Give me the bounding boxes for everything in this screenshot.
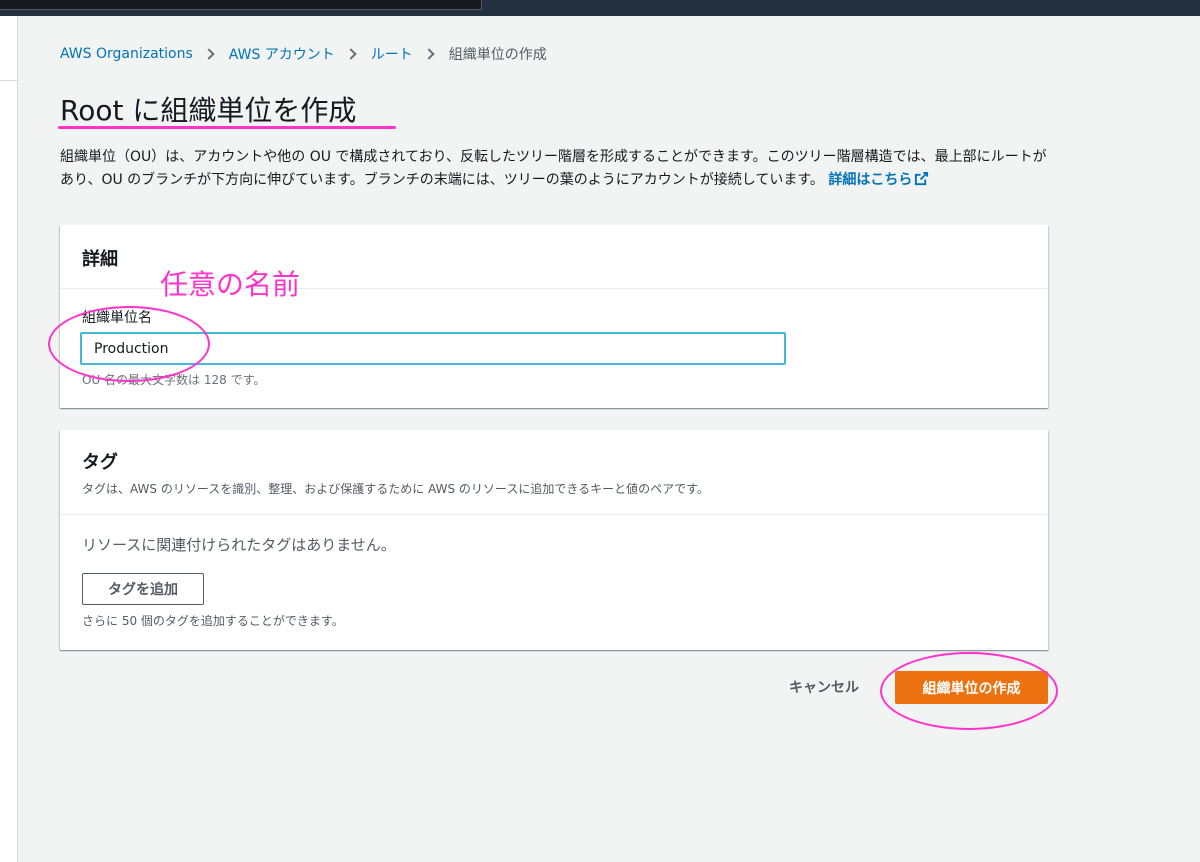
annotation-underline <box>58 126 396 129</box>
learn-more-label: 詳細はこちら <box>828 172 913 188</box>
tags-empty-text: リソースに関連付けられたタグはありません。 <box>82 536 396 554</box>
ou-name-hint: OU 名の最大文字数は 128 です。 <box>82 373 266 387</box>
tags-panel-header: タグ タグは、AWS のリソースを識別、整理、および保護するために AWS のリ… <box>60 430 1048 515</box>
create-ou-button[interactable]: 組織単位の作成 <box>895 671 1048 704</box>
tags-panel: タグ タグは、AWS のリソースを識別、整理、および保護するために AWS のリ… <box>60 430 1048 650</box>
ou-name-input[interactable] <box>80 332 786 365</box>
breadcrumb-accounts[interactable]: AWS アカウント <box>229 44 335 64</box>
breadcrumb-organizations[interactable]: AWS Organizations <box>60 46 193 62</box>
tags-heading: タグ <box>82 452 118 473</box>
add-tag-button[interactable]: タグを追加 <box>82 573 204 605</box>
cancel-button[interactable]: キャンセル <box>772 673 876 701</box>
page-title: Root に組織単位を作成 <box>60 94 357 127</box>
breadcrumb: AWS Organizations AWS アカウント ルート 組織単位の作成 <box>60 44 547 64</box>
annotation-note: 任意の名前 <box>160 268 301 301</box>
breadcrumb-current: 組織単位の作成 <box>448 47 547 63</box>
breadcrumb-root[interactable]: ルート <box>371 44 413 64</box>
top-search-field[interactable] <box>0 0 482 10</box>
side-navigation-rail[interactable] <box>0 16 18 862</box>
top-bar <box>0 0 1200 16</box>
page-description: 組織単位（OU）は、アカウントや他の OU で構成されており、反転したツリー階層… <box>60 146 1050 192</box>
learn-more-link[interactable]: 詳細はこちら <box>828 171 929 188</box>
chevron-right-icon <box>203 48 215 60</box>
details-panel: 詳細 組織単位名 OU 名の最大文字数は 128 です。 <box>60 225 1048 408</box>
tags-hint: さらに 50 個のタグを追加することができます。 <box>82 614 344 628</box>
external-link-icon <box>915 171 929 186</box>
ou-name-label: 組織単位名 <box>82 310 152 326</box>
chevron-right-icon <box>345 48 357 60</box>
chevron-right-icon <box>423 48 435 60</box>
tags-description: タグは、AWS のリソースを識別、整理、および保護するために AWS のリソース… <box>82 482 709 496</box>
